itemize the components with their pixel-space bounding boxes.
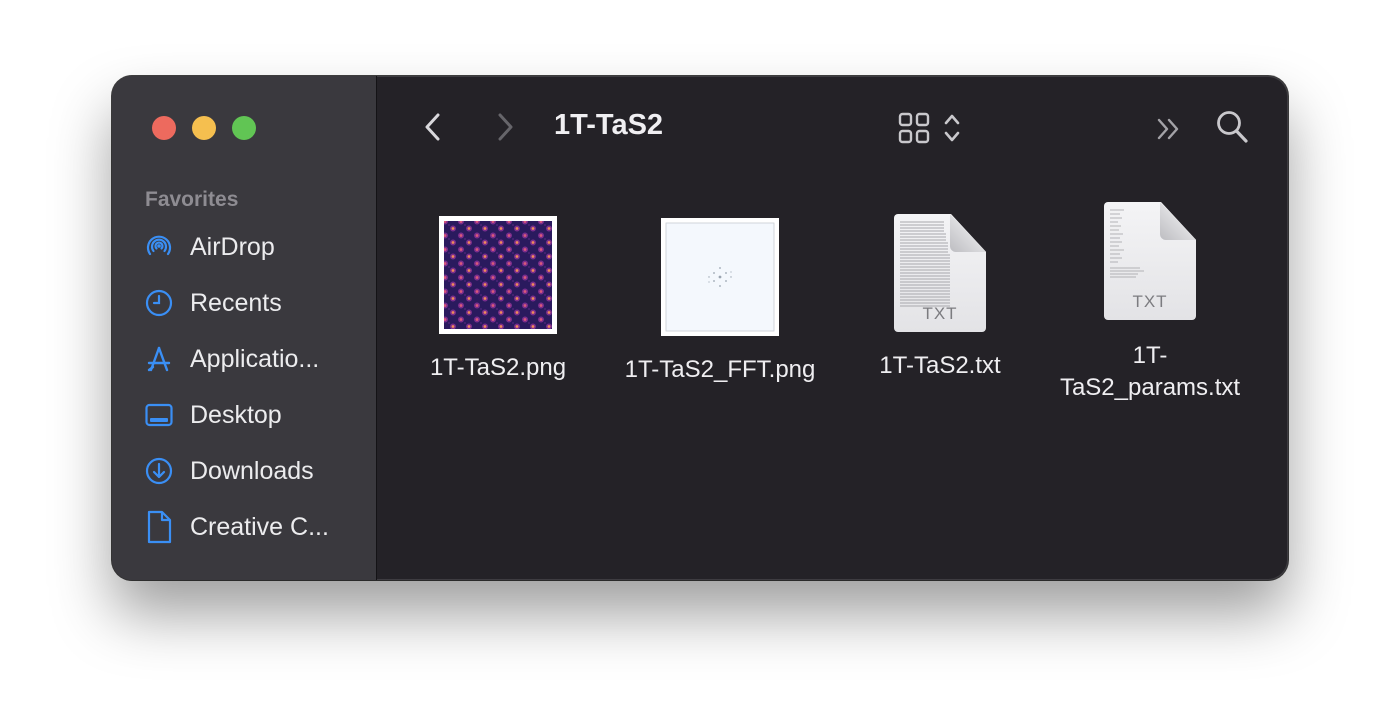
maximize-window-button[interactable] bbox=[232, 116, 256, 140]
sidebar: Favorites AirDrop Recents Applicatio... … bbox=[112, 76, 377, 580]
image-thumbnail-icon bbox=[661, 218, 779, 336]
sidebar-item-label: Creative C... bbox=[190, 512, 329, 541]
back-button[interactable] bbox=[418, 110, 448, 144]
more-toolbar-items-button[interactable] bbox=[1152, 112, 1186, 146]
file-extension-label: TXT bbox=[922, 304, 958, 323]
file-item[interactable]: TXT 1T- TaS2_params.txt bbox=[1040, 200, 1260, 410]
airdrop-icon bbox=[142, 230, 176, 264]
image-thumbnail-icon bbox=[439, 216, 557, 334]
sidebar-item-applications[interactable]: Applicatio... bbox=[142, 339, 362, 379]
forward-button[interactable] bbox=[490, 110, 520, 144]
file-item[interactable]: TXT 1T-TaS2.txt bbox=[830, 212, 1050, 392]
chevron-double-right-icon bbox=[1157, 118, 1179, 140]
sidebar-item-label: Recents bbox=[190, 288, 282, 317]
txt-document-icon: TXT bbox=[1104, 202, 1196, 320]
sidebar-item-label: Desktop bbox=[190, 400, 282, 429]
file-name: 1T-TaS2_FFT.png bbox=[624, 356, 816, 383]
downloads-icon bbox=[142, 454, 176, 488]
file-name-line-2: TaS2_params.txt bbox=[1059, 374, 1241, 401]
close-window-button[interactable] bbox=[152, 116, 176, 140]
chevron-left-icon bbox=[425, 113, 440, 141]
sidebar-item-creative-cloud[interactable]: Creative C... bbox=[142, 507, 362, 547]
file-item[interactable]: 1T-TaS2.png bbox=[388, 212, 608, 392]
favorites-section-label: Favorites bbox=[145, 188, 239, 211]
sidebar-item-desktop[interactable]: Desktop bbox=[142, 395, 362, 435]
desktop-icon bbox=[142, 398, 176, 432]
chevron-up-down-icon bbox=[944, 114, 960, 142]
view-mode-button[interactable] bbox=[890, 110, 970, 146]
search-icon bbox=[1217, 111, 1248, 143]
txt-document-icon: TXT bbox=[894, 214, 986, 332]
file-item[interactable]: 1T-TaS2_FFT.png bbox=[610, 212, 830, 392]
sidebar-item-label: AirDrop bbox=[190, 232, 275, 261]
file-name: 1T-TaS2.txt bbox=[879, 352, 1001, 379]
file-extension-label: TXT bbox=[1132, 292, 1168, 311]
sidebar-item-label: Applicatio... bbox=[190, 344, 320, 373]
sidebar-item-downloads[interactable]: Downloads bbox=[142, 451, 362, 491]
clock-icon bbox=[142, 286, 176, 320]
finder-window: Favorites AirDrop Recents Applicatio... … bbox=[112, 76, 1288, 580]
search-button[interactable] bbox=[1214, 108, 1250, 146]
sidebar-item-airdrop[interactable]: AirDrop bbox=[142, 227, 362, 267]
document-icon bbox=[142, 510, 176, 544]
file-name: 1T-TaS2.png bbox=[429, 354, 567, 381]
applications-icon bbox=[142, 342, 176, 376]
sidebar-item-label: Downloads bbox=[190, 456, 314, 485]
chevron-right-icon bbox=[498, 113, 513, 141]
window-title: 1T-TaS2 bbox=[554, 109, 664, 141]
file-name-line-1: 1T- bbox=[1132, 342, 1168, 369]
minimize-window-button[interactable] bbox=[192, 116, 216, 140]
sidebar-item-recents[interactable]: Recents bbox=[142, 283, 362, 323]
grid-view-icon bbox=[898, 112, 930, 144]
